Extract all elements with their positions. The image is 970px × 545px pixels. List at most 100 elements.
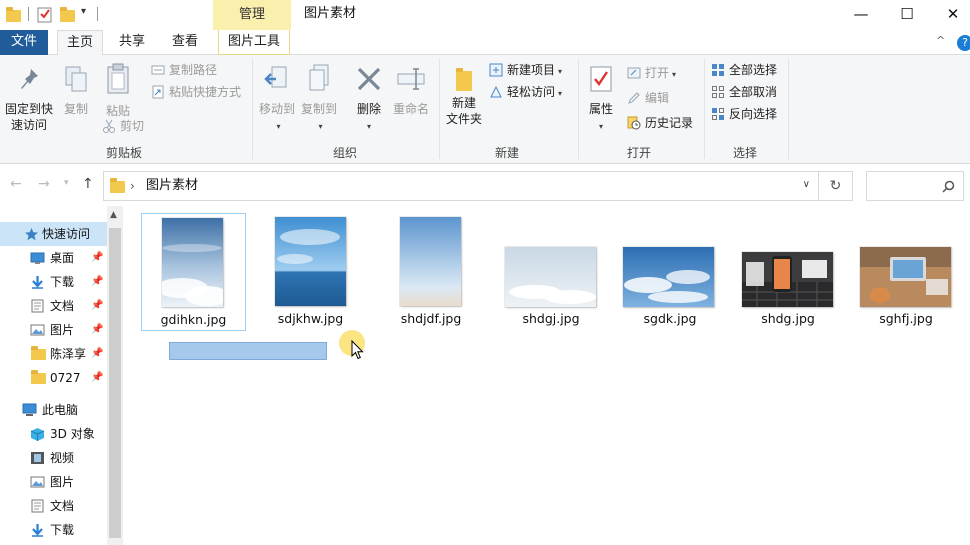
nav-3d-objects[interactable]: 3D 对象 [0, 422, 107, 446]
nav-documents[interactable]: 文档 📌 [0, 294, 107, 318]
pin-label-line2: 速访问 [10, 118, 47, 132]
mouse-cursor-icon [351, 340, 364, 360]
pin-label-line1: 固定到快 [4, 102, 53, 116]
chevron-up-icon[interactable]: ^ [936, 34, 945, 47]
folder-icon [6, 5, 22, 23]
tab-view[interactable]: 查看 [164, 30, 206, 55]
window-title: 图片素材 [304, 6, 357, 21]
toolbar-separator [97, 7, 98, 21]
properties-dropdown-icon: ▾ [598, 122, 603, 131]
nav-folder-chenzexiang[interactable]: 陈泽享 📌 [0, 342, 107, 366]
nav-downloads[interactable]: 下载 📌 [0, 270, 107, 294]
download-arrow-icon [32, 524, 43, 537]
tab-file[interactable]: 文件 [0, 30, 48, 55]
rename-selection-box[interactable] [169, 342, 327, 360]
open-button[interactable]: 打开 ▾ [627, 64, 676, 82]
invert-selection-icon [711, 107, 725, 121]
address-row: ← → ▾ ↑ › 图片素材 ∨ ↻ [0, 164, 970, 206]
copy-button[interactable]: 复制 [60, 65, 92, 117]
pin-to-quick-access-button[interactable]: 固定到快 速访问 [3, 67, 55, 133]
customize-quick-access-icon[interactable]: ▾ [81, 6, 91, 24]
properties-button[interactable]: 属性 ▾ [584, 65, 618, 135]
tab-picture-tools[interactable]: 图片工具 [218, 30, 290, 55]
delete-button[interactable]: 删除 ▾ [352, 65, 386, 135]
image-thumbnail [505, 247, 596, 307]
easy-access-button[interactable]: 轻松访问 ▾ [489, 83, 562, 101]
nav-pc-downloads[interactable]: 下载 [0, 518, 107, 542]
invert-selection-button[interactable]: 反向选择 [711, 105, 777, 123]
up-arrow-icon[interactable]: ↑ [82, 176, 94, 192]
cut-button[interactable]: 剪切 [102, 117, 144, 135]
group-separator [704, 59, 705, 159]
select-none-button[interactable]: 全部取消 [711, 83, 777, 101]
group-separator [252, 59, 253, 159]
file-item[interactable]: shdgj.jpg [501, 213, 601, 331]
minimize-button[interactable]: — [838, 0, 884, 28]
search-icon [942, 180, 955, 193]
help-icon[interactable]: ? [957, 35, 970, 51]
breadcrumb-separator: › [130, 179, 135, 193]
select-all-button[interactable]: 全部选择 [711, 61, 777, 79]
rename-icon [391, 65, 431, 97]
new-item-icon [489, 63, 503, 77]
scissors-icon [102, 119, 116, 133]
tab-share[interactable]: 共享 [111, 30, 153, 55]
rename-button[interactable]: 重命名 [391, 65, 431, 117]
history-button[interactable]: 历史记录 [627, 114, 693, 132]
select-all-icon [711, 63, 725, 77]
nav-quick-access[interactable]: 快速访问 [0, 222, 107, 246]
chevron-down-icon[interactable]: ∨ [803, 179, 810, 190]
scroll-up-arrow-icon[interactable]: ▲ [110, 210, 117, 220]
new-folder-button[interactable]: 新建 文件夹 [443, 65, 485, 127]
breadcrumb-current-folder[interactable]: 图片素材 [146, 172, 198, 200]
back-arrow-icon[interactable]: ← [10, 176, 22, 192]
file-name: shdjdf.jpg [400, 311, 462, 326]
maximize-button[interactable]: ☐ [884, 0, 930, 28]
nav-desktop[interactable]: 桌面 📌 [0, 246, 107, 270]
properties-icon [584, 65, 618, 97]
copy-path-button[interactable]: 复制路径 [151, 61, 217, 79]
nav-pictures[interactable]: 图片 📌 [0, 318, 107, 342]
paste-shortcut-button[interactable]: 粘贴快捷方式 [151, 83, 241, 101]
nav-this-pc[interactable]: 此电脑 [0, 398, 107, 422]
forward-arrow-icon[interactable]: → [38, 176, 50, 192]
close-button[interactable]: ✕ [930, 0, 970, 28]
properties-quick-icon[interactable] [37, 5, 53, 23]
move-to-button[interactable]: 移动到▾ [257, 65, 297, 135]
file-item[interactable]: sdjkhw.jpg [263, 213, 358, 331]
file-item[interactable]: shdjdf.jpg [385, 213, 477, 331]
file-list[interactable]: gdihkn.jpg sdjkhw.jpg shdjdf.jpg shdgj.j… [123, 206, 970, 545]
new-item-button[interactable]: 新建项目 ▾ [489, 61, 562, 79]
delete-x-icon [352, 65, 386, 97]
navigation-pane: 快速访问 桌面 📌 下载 📌 文档 📌 图片 📌 陈泽享 📌 0727 📌 此电… [0, 206, 107, 545]
nav-folder-0727[interactable]: 0727 📌 [0, 366, 107, 390]
file-item[interactable]: shdg.jpg [738, 213, 838, 331]
refresh-icon[interactable]: ↻ [819, 171, 853, 201]
file-item[interactable]: gdihkn.jpg [141, 213, 246, 331]
nav-videos[interactable]: 视频 [0, 446, 107, 470]
ribbon: 固定到快 速访问 复制 粘贴 复制路径 粘贴快捷方式 剪切 剪贴板 移动到▾ 复… [0, 55, 970, 164]
folder-icon [31, 346, 46, 360]
copy-to-button[interactable]: 复制到▾ [299, 63, 339, 135]
easy-access-dropdown-icon: ▾ [558, 89, 563, 98]
pin-icon: 📌 [91, 252, 104, 263]
scrollbar-thumb[interactable] [109, 228, 121, 538]
edit-button[interactable]: 编辑 [627, 89, 669, 107]
title-bar: ▾ 管理 图片素材 — ☐ ✕ [0, 0, 970, 30]
search-input[interactable] [866, 171, 964, 201]
nav-pc-documents[interactable]: 文档 [0, 494, 107, 518]
file-item[interactable]: sghfj.jpg [856, 213, 956, 331]
file-item[interactable]: sgdk.jpg [620, 213, 720, 331]
tab-home[interactable]: 主页 [57, 30, 103, 56]
paste-button[interactable]: 粘贴 [102, 63, 134, 119]
new-folder-quick-icon[interactable] [60, 5, 76, 23]
pin-icon: 📌 [91, 348, 104, 359]
group-separator [578, 59, 579, 159]
nav-pc-pictures[interactable]: 图片 [0, 470, 107, 494]
nav-scrollbar[interactable]: ▲ [107, 206, 123, 545]
open-dropdown-icon: ▾ [672, 70, 677, 79]
tab-manage[interactable]: 管理 [213, 0, 291, 30]
recent-locations-chevron-icon[interactable]: ▾ [64, 178, 69, 188]
address-bar[interactable]: › 图片素材 ∨ [103, 171, 819, 201]
star-icon [25, 228, 38, 241]
